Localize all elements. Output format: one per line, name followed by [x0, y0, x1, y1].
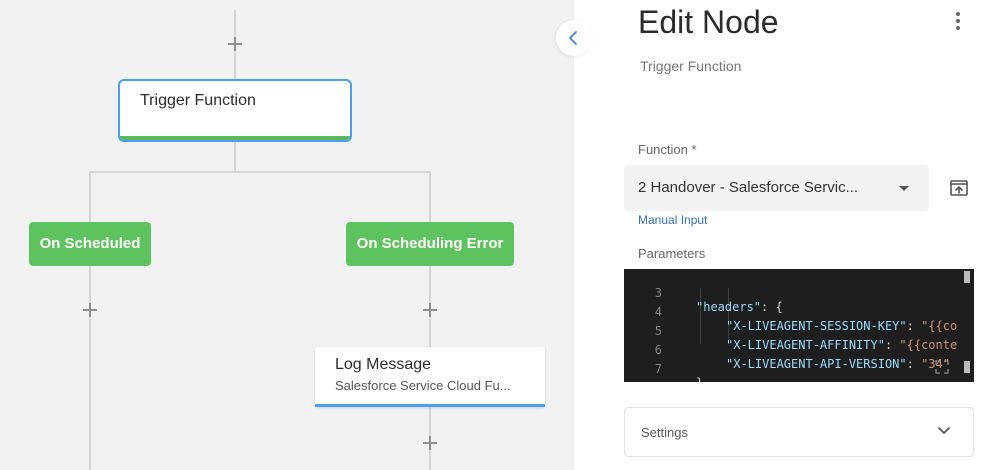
event-label: On Scheduling Error: [356, 235, 504, 252]
connector-line: [89, 171, 91, 222]
code-line: 7 }: [624, 348, 974, 382]
add-node-button[interactable]: [227, 36, 243, 52]
node-status-bar: [315, 404, 545, 407]
code-line: 4 "X-LIVEAGENT-SESSION-KEY": "{{co: [624, 291, 974, 333]
function-label: Function *: [638, 142, 697, 157]
add-node-button[interactable]: [82, 302, 98, 318]
caret-down-icon: [899, 186, 909, 191]
settings-label: Settings: [641, 425, 688, 440]
chevron-left-icon: [569, 31, 577, 45]
trigger-function-node[interactable]: Trigger Function: [118, 79, 352, 142]
on-scheduling-error-event[interactable]: On Scheduling Error: [346, 222, 514, 266]
node-status-bar: [120, 136, 350, 140]
scrollbar-thumb[interactable]: [964, 271, 970, 283]
node-title: Trigger Function: [140, 92, 256, 109]
scrollbar-thumb[interactable]: [964, 361, 970, 373]
collapse-panel-button[interactable]: [556, 20, 592, 56]
more-vertical-icon[interactable]: [952, 12, 964, 34]
connector-line: [429, 171, 431, 222]
code-line: 6 "X-LIVEAGENT-API-VERSION": "34": [624, 329, 974, 371]
event-label: On Scheduled: [39, 235, 141, 252]
parameters-code-editor[interactable]: 3 "headers": { 4 "X-LIVEAGENT-SESSION-KE…: [624, 269, 974, 382]
code-line: 5 "X-LIVEAGENT-AFFINITY": "{{conte: [624, 310, 974, 352]
add-node-button[interactable]: [422, 435, 438, 451]
node-title: Log Message: [335, 356, 432, 373]
add-node-button[interactable]: [422, 302, 438, 318]
manual-input-link[interactable]: Manual Input: [638, 213, 707, 227]
fullscreen-icon[interactable]: [935, 360, 949, 374]
function-select-value: 2 Handover - Salesforce Servic...: [638, 179, 859, 196]
log-message-node[interactable]: Log Message Salesforce Service Cloud Fu.…: [315, 347, 545, 407]
connector-line: [234, 142, 236, 172]
panel-title: Edit Node: [638, 4, 779, 40]
node-subtitle: Salesforce Service Cloud Fu...: [335, 378, 511, 393]
settings-accordion[interactable]: Settings: [624, 407, 974, 457]
panel-subtitle: Trigger Function: [640, 58, 742, 74]
function-select[interactable]: 2 Handover - Salesforce Servic...: [624, 165, 929, 211]
code-line: 8: [624, 367, 974, 382]
chevron-down-icon: [938, 427, 950, 434]
open-in-new-icon[interactable]: [949, 178, 969, 198]
line-number: 8: [624, 381, 662, 382]
connector-line: [89, 171, 431, 173]
connector-line: [89, 266, 91, 470]
flow-canvas[interactable]: Trigger Function On Scheduled On Schedul…: [0, 0, 574, 470]
edit-node-panel: Edit Node Trigger Function Function * 2 …: [574, 0, 999, 470]
code-line: 3 "headers": {: [624, 272, 974, 314]
on-scheduled-event[interactable]: On Scheduled: [29, 222, 151, 266]
parameters-label: Parameters: [638, 246, 706, 261]
